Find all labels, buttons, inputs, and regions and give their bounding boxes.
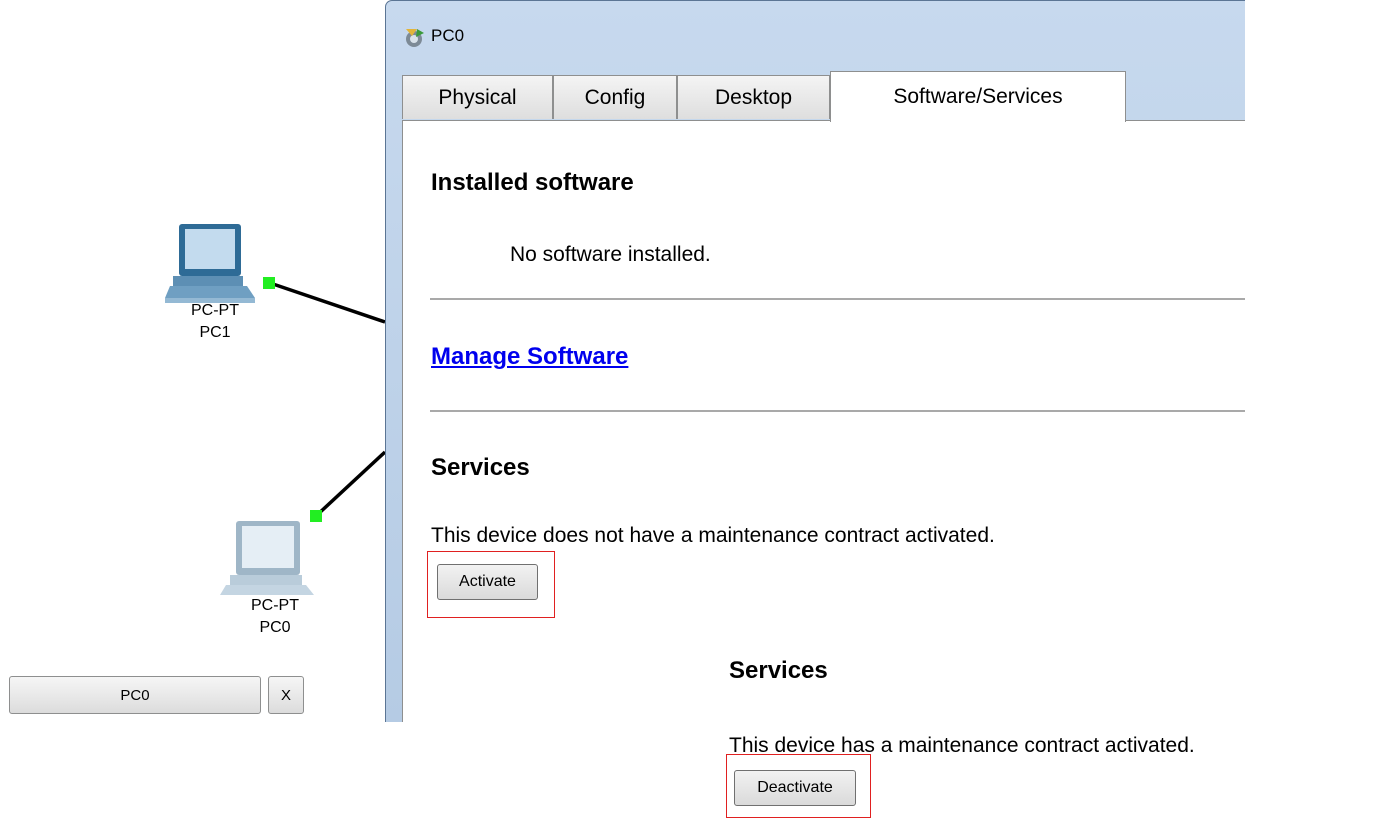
- activate-highlight-box: [427, 551, 555, 618]
- tab-physical[interactable]: Physical: [402, 75, 553, 119]
- manage-software-link[interactable]: Manage Software: [431, 343, 628, 371]
- divider: [430, 298, 1245, 300]
- link-pc1[interactable]: [269, 281, 385, 324]
- tab-content-panel: Installed software No software installed…: [402, 120, 1245, 722]
- tab-config[interactable]: Config: [553, 75, 677, 119]
- taskbar-window-button[interactable]: PC0: [9, 676, 261, 714]
- link-pc0[interactable]: [314, 450, 385, 518]
- device-name-label: PC1: [199, 324, 231, 341]
- device-config-icon: [406, 29, 424, 47]
- device-type-label: PC-PT: [251, 597, 299, 614]
- tab-desktop[interactable]: Desktop: [677, 75, 830, 119]
- services-status: This device does not have a maintenance …: [431, 524, 995, 547]
- services-heading: Services: [729, 657, 828, 684]
- device-pc1[interactable]: PC-PT PC1: [160, 220, 270, 360]
- pc-icon: [165, 224, 255, 303]
- window-titlebar[interactable]: PC0: [386, 1, 1245, 63]
- services-heading: Services: [431, 454, 530, 481]
- window-title: PC0: [431, 26, 465, 45]
- installed-software-heading: Installed software: [431, 169, 634, 196]
- topology-workspace: PC-PT PC1 PC-PT PC0 PC0 X: [0, 0, 385, 722]
- pc-icon: [220, 521, 314, 595]
- device-window: PC0 Physical Config Desktop Software/Ser…: [385, 0, 1245, 722]
- installed-software-status: No software installed.: [510, 243, 711, 266]
- taskbar-close-button[interactable]: X: [268, 676, 304, 714]
- device-name-label: PC0: [259, 619, 291, 636]
- divider: [430, 410, 1245, 412]
- deactivate-highlight-box: [726, 754, 871, 818]
- device-type-label: PC-PT: [191, 302, 239, 319]
- device-pc0[interactable]: PC-PT PC0: [220, 515, 330, 655]
- tab-software-services[interactable]: Software/Services: [830, 71, 1126, 122]
